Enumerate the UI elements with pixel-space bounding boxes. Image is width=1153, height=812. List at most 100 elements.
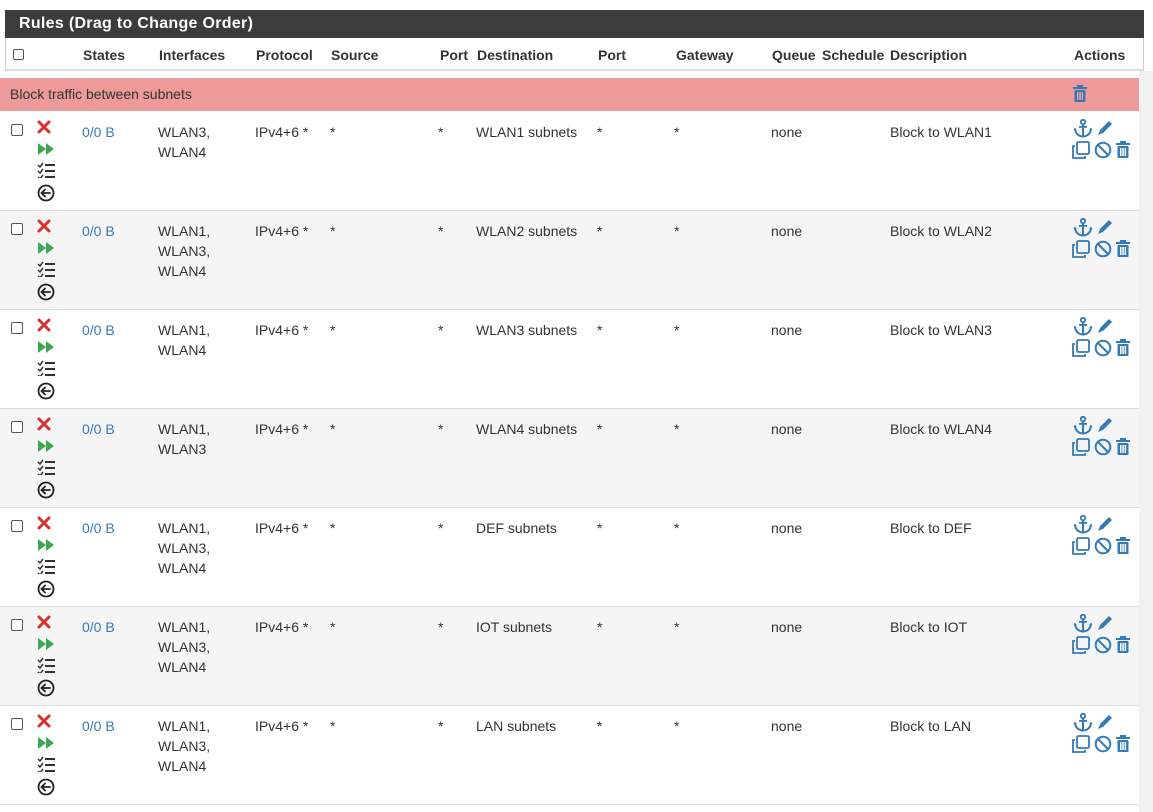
states-link[interactable]: 0/0 B bbox=[82, 716, 115, 736]
col-dest-port[interactable]: Port bbox=[598, 47, 626, 63]
trash-icon[interactable] bbox=[1115, 636, 1131, 654]
anchor-icon[interactable] bbox=[1073, 317, 1093, 336]
log-list-icon[interactable] bbox=[37, 756, 55, 772]
col-source-port[interactable]: Port bbox=[440, 47, 468, 63]
copy-icon[interactable] bbox=[1072, 438, 1090, 456]
disable-icon[interactable] bbox=[1094, 735, 1112, 753]
table-row[interactable]: 0/0 B WLAN1, WLAN3, WLAN4 IPv4+6 * * * DEF subn… bbox=[0, 508, 1139, 607]
direction-in-icon[interactable] bbox=[37, 382, 55, 400]
log-list-icon[interactable] bbox=[37, 162, 55, 178]
select-all-checkbox[interactable] bbox=[13, 49, 24, 60]
block-x-icon[interactable] bbox=[37, 120, 51, 134]
anchor-icon[interactable] bbox=[1073, 515, 1093, 534]
separator-row[interactable]: Block traffic between subnets bbox=[0, 78, 1139, 111]
log-list-icon[interactable] bbox=[37, 459, 55, 475]
disable-icon[interactable] bbox=[1094, 141, 1112, 159]
disable-icon[interactable] bbox=[1094, 240, 1112, 258]
table-row[interactable]: 0/0 B WLAN1, WLAN3, WLAN4 IPv4+6 * * * IOT subn… bbox=[0, 607, 1139, 706]
disable-icon[interactable] bbox=[1094, 438, 1112, 456]
states-link[interactable]: 0/0 B bbox=[82, 320, 115, 340]
interfaces-cell: WLAN1, WLAN3, WLAN4 bbox=[158, 716, 210, 776]
copy-icon[interactable] bbox=[1072, 141, 1090, 159]
trash-icon[interactable] bbox=[1115, 240, 1131, 258]
block-x-icon[interactable] bbox=[37, 714, 51, 728]
col-protocol[interactable]: Protocol bbox=[256, 47, 313, 63]
table-row[interactable]: 0/0 B WLAN1, WLAN3, WLAN4 IPv4+6 * * * WLAN2 su… bbox=[0, 211, 1139, 310]
col-source[interactable]: Source bbox=[331, 47, 378, 63]
direction-in-icon[interactable] bbox=[37, 580, 55, 598]
pencil-icon[interactable] bbox=[1096, 515, 1114, 533]
fast-forward-icon[interactable] bbox=[37, 439, 55, 453]
anchor-icon[interactable] bbox=[1073, 218, 1093, 237]
log-list-icon[interactable] bbox=[37, 558, 55, 574]
fast-forward-icon[interactable] bbox=[37, 340, 55, 354]
col-states[interactable]: States bbox=[83, 47, 125, 63]
row-checkbox[interactable] bbox=[11, 421, 23, 433]
fast-forward-icon[interactable] bbox=[37, 142, 55, 156]
col-destination[interactable]: Destination bbox=[477, 47, 553, 63]
row-checkbox[interactable] bbox=[11, 223, 23, 235]
anchor-icon[interactable] bbox=[1073, 119, 1093, 138]
row-checkbox[interactable] bbox=[11, 520, 23, 532]
row-checkbox[interactable] bbox=[11, 718, 23, 730]
pencil-icon[interactable] bbox=[1096, 317, 1114, 335]
direction-in-icon[interactable] bbox=[37, 283, 55, 301]
anchor-icon[interactable] bbox=[1073, 713, 1093, 732]
col-gateway[interactable]: Gateway bbox=[676, 47, 734, 63]
disable-icon[interactable] bbox=[1094, 339, 1112, 357]
row-checkbox[interactable] bbox=[11, 619, 23, 631]
block-x-icon[interactable] bbox=[37, 615, 51, 629]
trash-icon[interactable] bbox=[1115, 537, 1131, 555]
fast-forward-icon[interactable] bbox=[37, 736, 55, 750]
direction-in-icon[interactable] bbox=[37, 481, 55, 499]
log-list-icon[interactable] bbox=[37, 261, 55, 277]
block-x-icon[interactable] bbox=[37, 417, 51, 431]
log-list-icon[interactable] bbox=[37, 657, 55, 673]
pencil-icon[interactable] bbox=[1096, 614, 1114, 632]
table-row[interactable]: 0/0 B WLAN1, WLAN3 IPv4+6 * * * WLAN4 subnets *… bbox=[0, 409, 1139, 508]
direction-in-icon[interactable] bbox=[37, 184, 55, 202]
pencil-icon[interactable] bbox=[1096, 713, 1114, 731]
trash-icon[interactable] bbox=[1115, 438, 1131, 456]
trash-icon[interactable] bbox=[1115, 141, 1131, 159]
trash-icon[interactable] bbox=[1115, 339, 1131, 357]
direction-in-icon[interactable] bbox=[37, 679, 55, 697]
col-queue[interactable]: Queue bbox=[772, 47, 816, 63]
states-link[interactable]: 0/0 B bbox=[82, 122, 115, 142]
fast-forward-icon[interactable] bbox=[37, 538, 55, 552]
block-x-icon[interactable] bbox=[37, 219, 51, 233]
trash-icon[interactable] bbox=[1115, 735, 1131, 753]
fast-forward-icon[interactable] bbox=[37, 637, 55, 651]
scrollbar[interactable] bbox=[1139, 71, 1153, 812]
row-checkbox[interactable] bbox=[11, 322, 23, 334]
table-row[interactable]: 0/0 B WLAN3, WLAN4 IPv4+6 * * * WLAN1 subnets *… bbox=[0, 112, 1139, 211]
col-description[interactable]: Description bbox=[890, 47, 967, 63]
copy-icon[interactable] bbox=[1072, 735, 1090, 753]
copy-icon[interactable] bbox=[1072, 537, 1090, 555]
disable-icon[interactable] bbox=[1094, 636, 1112, 654]
pencil-icon[interactable] bbox=[1096, 218, 1114, 236]
table-row[interactable]: 0/0 B WLAN1, WLAN4 IPv4+6 * * * WLAN3 subnets *… bbox=[0, 310, 1139, 409]
anchor-icon[interactable] bbox=[1073, 614, 1093, 633]
col-interfaces[interactable]: Interfaces bbox=[159, 47, 225, 63]
anchor-icon[interactable] bbox=[1073, 416, 1093, 435]
row-checkbox[interactable] bbox=[11, 124, 23, 136]
log-list-icon[interactable] bbox=[37, 360, 55, 376]
states-link[interactable]: 0/0 B bbox=[82, 419, 115, 439]
block-x-icon[interactable] bbox=[37, 318, 51, 332]
fast-forward-icon[interactable] bbox=[37, 241, 55, 255]
pencil-icon[interactable] bbox=[1096, 119, 1114, 137]
copy-icon[interactable] bbox=[1072, 240, 1090, 258]
table-row[interactable]: 0/0 B WLAN1, WLAN3, WLAN4 IPv4+6 * * * LAN subn… bbox=[0, 706, 1139, 805]
disable-icon[interactable] bbox=[1094, 537, 1112, 555]
direction-in-icon[interactable] bbox=[37, 778, 55, 796]
copy-icon[interactable] bbox=[1072, 339, 1090, 357]
states-link[interactable]: 0/0 B bbox=[82, 221, 115, 241]
states-link[interactable]: 0/0 B bbox=[82, 617, 115, 637]
col-schedule[interactable]: Schedule bbox=[822, 47, 884, 63]
copy-icon[interactable] bbox=[1072, 636, 1090, 654]
separator-trash-icon[interactable] bbox=[1072, 85, 1088, 103]
states-link[interactable]: 0/0 B bbox=[82, 518, 115, 538]
pencil-icon[interactable] bbox=[1096, 416, 1114, 434]
block-x-icon[interactable] bbox=[37, 516, 51, 530]
